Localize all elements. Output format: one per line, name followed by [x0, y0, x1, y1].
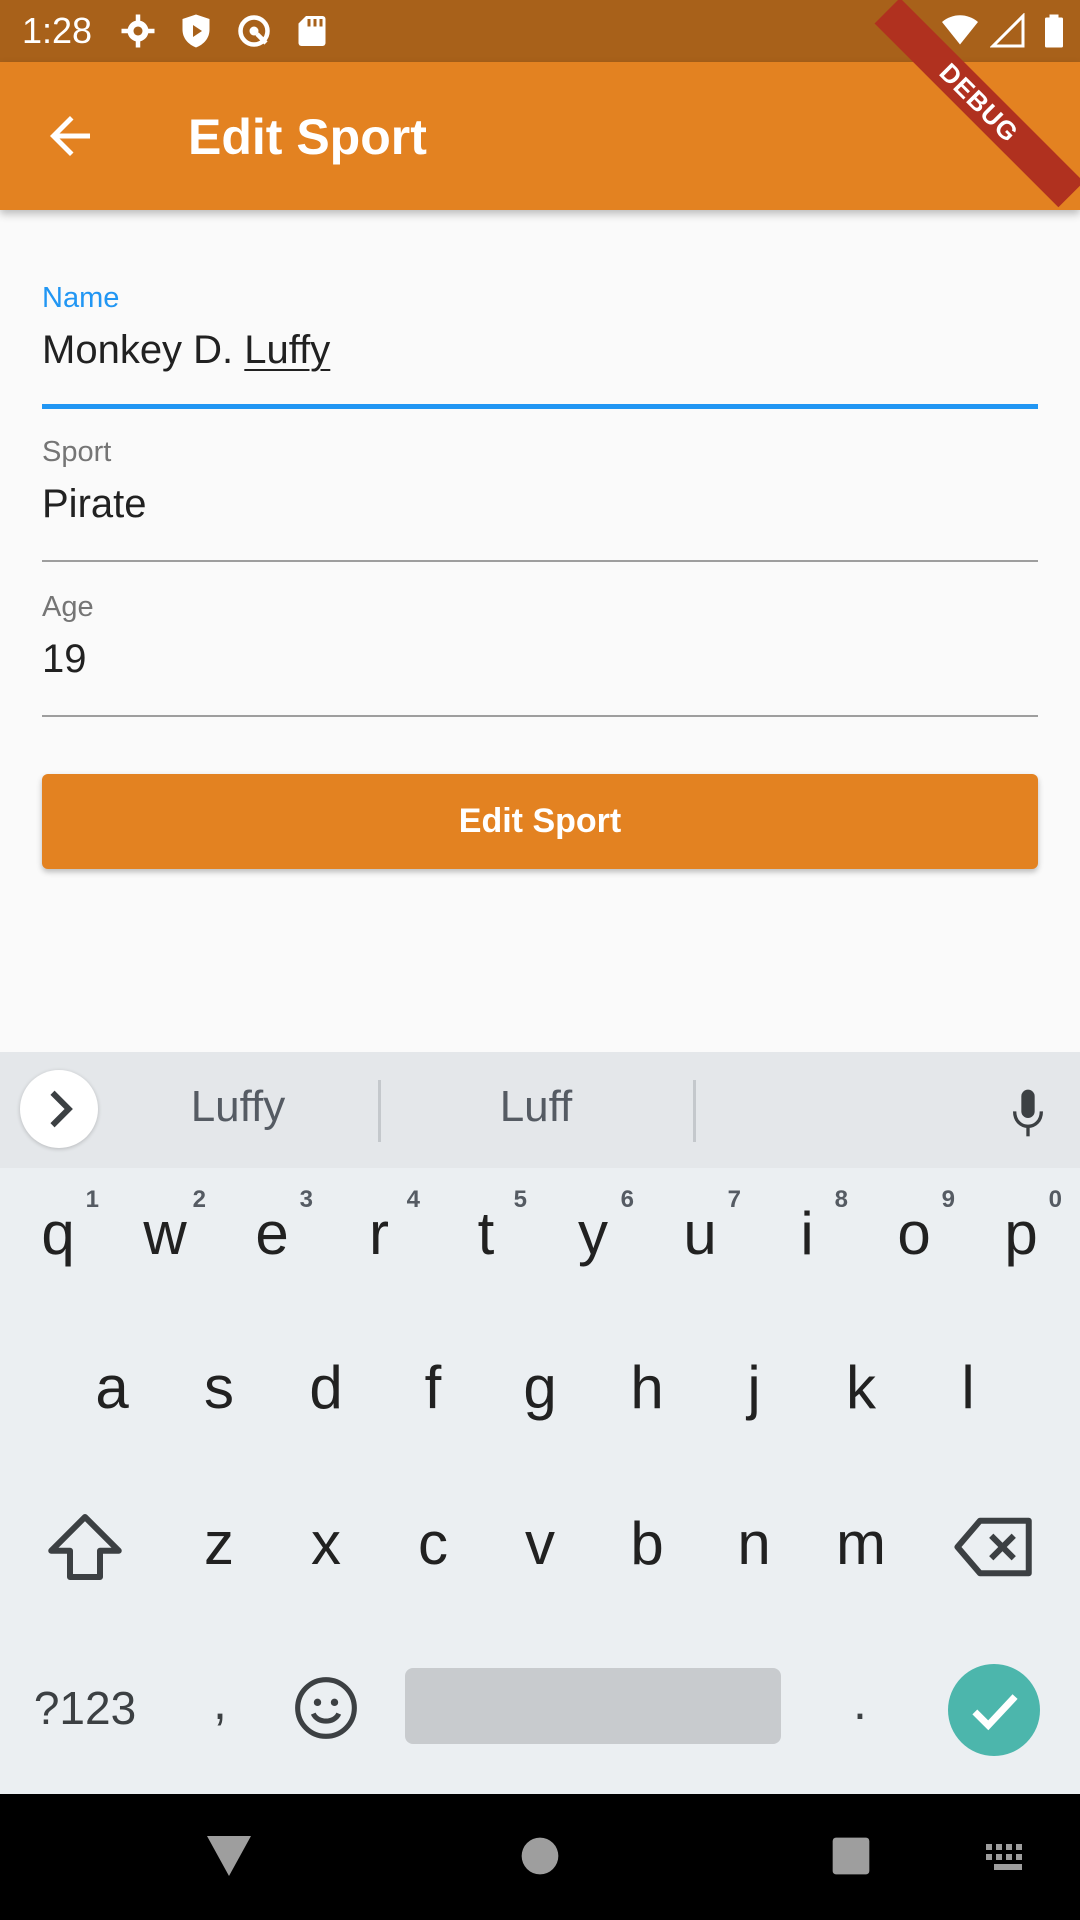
key-r[interactable]: r4 [334, 1178, 424, 1298]
name-field-value[interactable]: Monkey D. Luffy [42, 328, 330, 373]
key-k[interactable]: k [816, 1332, 906, 1452]
key-l[interactable]: l [923, 1332, 1013, 1452]
key-a[interactable]: a [67, 1332, 157, 1452]
key-j[interactable]: j [709, 1332, 799, 1452]
key-q[interactable]: q1 [13, 1178, 103, 1298]
name-field[interactable]: Name Monkey D. Luffy [0, 270, 1080, 410]
key-i[interactable]: i8 [762, 1178, 852, 1298]
keyboard-row-3: z x c v b n m [174, 1488, 924, 1608]
back-triangle-icon[interactable] [205, 1834, 253, 1878]
symbols-key[interactable]: ?123 [20, 1678, 150, 1738]
check-icon [972, 1694, 1018, 1731]
age-field-underline [42, 715, 1038, 717]
backspace-key[interactable] [950, 1502, 1040, 1602]
keyboard-row-1: q1 w2 e3 r4 t5 y6 u7 i8 o9 p0 [13, 1178, 1073, 1298]
recents-square-icon[interactable] [831, 1836, 871, 1876]
key-x[interactable]: x [281, 1488, 371, 1608]
space-key[interactable] [405, 1668, 781, 1744]
chevron-right-icon [50, 1090, 73, 1128]
app-bar: Edit Sport [0, 62, 1080, 210]
emoji-key[interactable] [292, 1674, 360, 1742]
key-f[interactable]: f [388, 1332, 478, 1452]
key-n[interactable]: n [709, 1488, 799, 1608]
edit-sport-button[interactable]: Edit Sport [42, 774, 1038, 869]
key-s[interactable]: s [174, 1332, 264, 1452]
key-o[interactable]: o9 [869, 1178, 959, 1298]
key-e[interactable]: e3 [227, 1178, 317, 1298]
suggestion-1[interactable]: Luffy [118, 1082, 358, 1132]
comma-key[interactable]: , [180, 1672, 260, 1732]
battery-icon [1045, 14, 1063, 48]
sport-field[interactable]: Sport Pirate [0, 424, 1080, 564]
arrow-back-icon[interactable] [40, 106, 100, 166]
smiley-icon [295, 1677, 357, 1739]
key-y[interactable]: y6 [548, 1178, 638, 1298]
key-c[interactable]: c [388, 1488, 478, 1608]
expand-suggestions-button[interactable] [20, 1070, 98, 1148]
shift-icon [48, 1514, 122, 1580]
suggestion-bar: Luffy Luff [0, 1052, 1080, 1168]
microphone-icon[interactable] [1008, 1088, 1048, 1138]
sport-field-underline [42, 560, 1038, 562]
shield-icon [182, 14, 210, 48]
key-w[interactable]: w2 [120, 1178, 210, 1298]
suggestion-divider [378, 1080, 381, 1142]
sd-card-icon [298, 16, 326, 46]
name-field-underline [42, 404, 1038, 409]
backspace-icon [954, 1517, 1032, 1577]
key-b[interactable]: b [602, 1488, 692, 1608]
age-field-value[interactable]: 19 [42, 637, 87, 682]
key-z[interactable]: z [174, 1488, 264, 1608]
signal-icon [990, 13, 1025, 48]
keyboard-row-2: a s d f g h j k l [67, 1332, 1027, 1452]
age-field-label: Age [42, 591, 94, 623]
soft-keyboard: Luffy Luff q1 w2 e3 r4 t5 y6 u7 i8 o9 p0… [0, 1052, 1080, 1794]
suggestion-2[interactable]: Luff [416, 1082, 656, 1132]
name-value-first: Monkey D. [42, 328, 245, 372]
period-key[interactable]: . [820, 1672, 900, 1732]
navigation-bar [0, 1794, 1080, 1920]
key-g[interactable]: g [495, 1332, 585, 1452]
key-d[interactable]: d [281, 1332, 371, 1452]
name-field-label: Name [42, 282, 120, 314]
sport-field-label: Sport [42, 436, 112, 468]
home-circle-icon[interactable] [520, 1836, 560, 1876]
age-field[interactable]: Age 19 [0, 579, 1080, 719]
shift-key[interactable] [40, 1502, 130, 1602]
wifi-icon [942, 15, 978, 45]
circle-slash-icon [238, 15, 270, 47]
suggestion-divider [693, 1080, 696, 1142]
key-v[interactable]: v [495, 1488, 585, 1608]
key-u[interactable]: u7 [655, 1178, 745, 1298]
key-t[interactable]: t5 [441, 1178, 531, 1298]
key-m[interactable]: m [816, 1488, 906, 1608]
done-key[interactable] [948, 1664, 1040, 1756]
sport-field-value[interactable]: Pirate [42, 482, 147, 527]
key-p[interactable]: p0 [976, 1178, 1066, 1298]
key-h[interactable]: h [602, 1332, 692, 1452]
page-title: Edit Sport [188, 109, 427, 165]
status-time: 1:28 [22, 10, 93, 51]
name-value-composing: Luffy [244, 328, 331, 372]
settings-icon [121, 14, 155, 48]
keyboard-icon[interactable] [986, 1844, 1030, 1872]
